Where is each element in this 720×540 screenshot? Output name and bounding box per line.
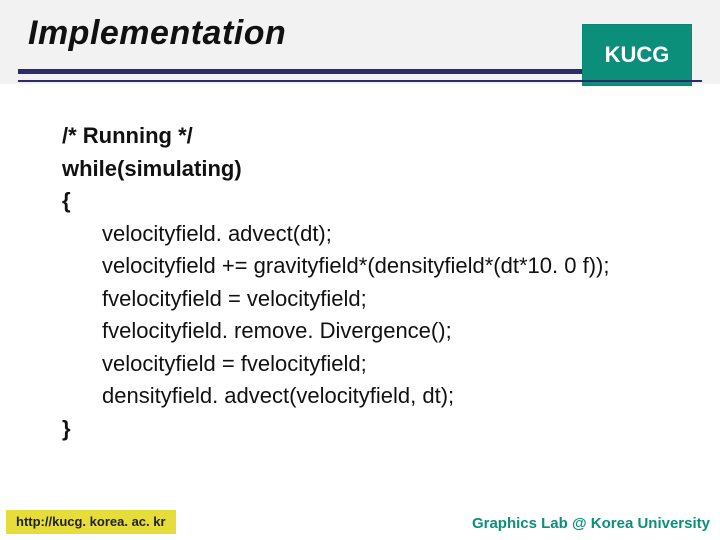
brand-badge: KUCG — [582, 24, 692, 86]
divider-thick — [18, 69, 582, 74]
code-line: } — [62, 413, 680, 446]
code-line: velocityfield += gravityfield*(densityfi… — [62, 250, 680, 283]
brand-badge-label: KUCG — [605, 42, 670, 68]
code-line: fvelocityfield = velocityfield; — [62, 283, 680, 316]
code-line: fvelocityfield. remove. Divergence(); — [62, 315, 680, 348]
slide-title: Implementation — [28, 14, 286, 53]
code-line: velocityfield = fvelocityfield; — [62, 348, 680, 381]
divider-thin — [18, 80, 702, 82]
footer-credit: Graphics Lab @ Korea University — [472, 515, 710, 532]
code-block: /* Running */ while(simulating) { veloci… — [62, 120, 680, 445]
code-line: /* Running */ — [62, 120, 680, 153]
code-line: densityfield. advect(velocityfield, dt); — [62, 380, 680, 413]
footer-url: http://kucg. korea. ac. kr — [6, 510, 176, 534]
code-line: velocityfield. advect(dt); — [62, 218, 680, 251]
code-line: while(simulating) — [62, 153, 680, 186]
slide: Implementation KUCG /* Running */ while(… — [0, 0, 720, 540]
code-line: { — [62, 185, 680, 218]
